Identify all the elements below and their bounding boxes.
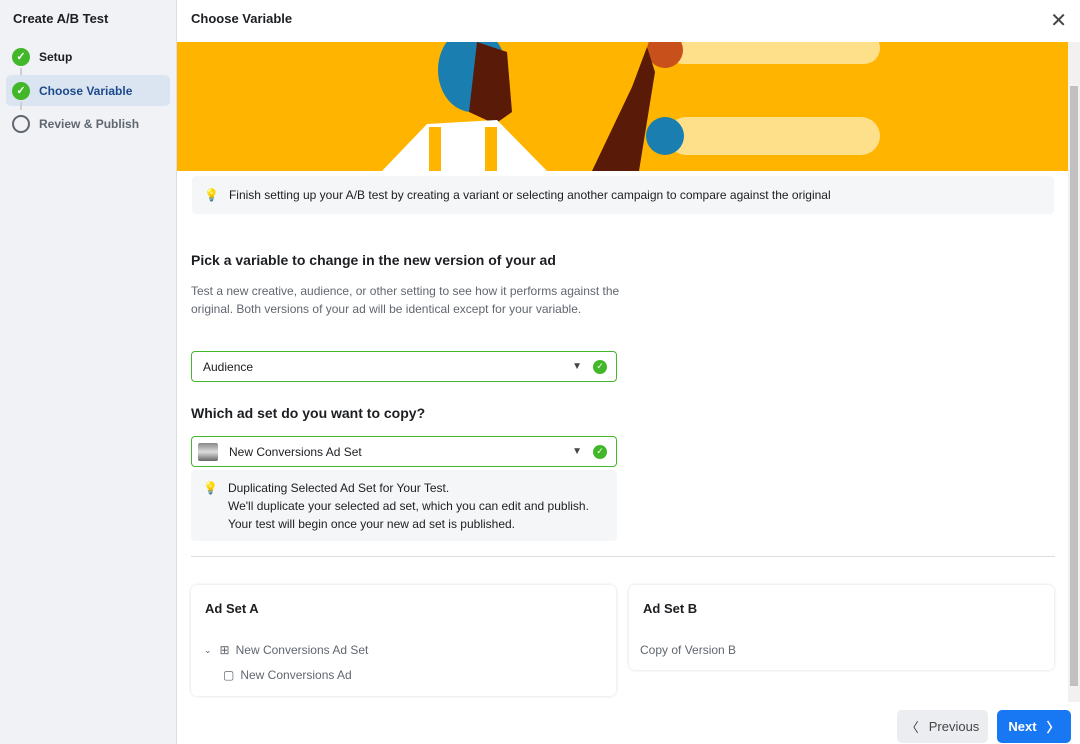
info-text: Finish setting up your A/B test by creat… bbox=[228, 188, 831, 202]
ad-icon: ▢ bbox=[223, 668, 235, 682]
adset-name: New Conversions Ad Set bbox=[235, 643, 369, 657]
adset-select[interactable]: New Conversions Ad Set ▼ ✓ bbox=[191, 436, 617, 467]
previous-label: Previous bbox=[928, 719, 980, 734]
note-title: Duplicating Selected Ad Set for Your Tes… bbox=[227, 481, 450, 495]
caret-down-icon: ▼ bbox=[572, 446, 582, 457]
step-label: Choose Variable bbox=[39, 83, 133, 98]
next-label: Next bbox=[1008, 719, 1037, 734]
scrollbar-thumb[interactable] bbox=[1070, 86, 1078, 686]
previous-button[interactable]: 〈 Previous bbox=[897, 710, 988, 743]
note-line: We'll duplicate your selected ad set, wh… bbox=[227, 499, 589, 513]
tree-item-ad[interactable]: ▢ New Conversions Ad bbox=[223, 668, 352, 682]
ad-set-b-card: Ad Set B Copy of Version B bbox=[629, 585, 1054, 670]
sidebar-title: Create A/B Test bbox=[13, 11, 109, 26]
scrollbar[interactable] bbox=[1068, 42, 1080, 702]
card-title: Ad Set A bbox=[205, 601, 259, 616]
step-setup[interactable]: ✓ Setup bbox=[6, 41, 170, 72]
check-icon: ✓ bbox=[12, 47, 30, 66]
card-title: Ad Set B bbox=[643, 601, 698, 616]
check-icon: ✓ bbox=[593, 359, 607, 374]
chevron-left-icon: 〈 bbox=[905, 720, 919, 735]
chevron-right-icon: 〉 bbox=[1046, 720, 1060, 735]
ad-set-a-card: Ad Set A ⌄ ⊞ New Conversions Ad Set ▢ New C… bbox=[191, 585, 616, 696]
variable-select-value: Audience bbox=[203, 359, 254, 374]
check-icon: ✓ bbox=[593, 444, 607, 459]
illustration-image bbox=[382, 42, 880, 171]
note-line: Your test will begin once your new ad se… bbox=[227, 517, 516, 531]
close-icon[interactable]: ✕ bbox=[1050, 8, 1067, 33]
adset-thumbnail bbox=[198, 442, 218, 461]
info-banner: 💡 Finish setting up your A/B test by crea… bbox=[192, 176, 1054, 214]
lightbulb-icon: 💡 bbox=[203, 481, 218, 495]
variable-description: Test a new creative, audience, or other … bbox=[191, 284, 620, 316]
step-label: Review & Publish bbox=[39, 116, 140, 131]
ad-name: New Conversions Ad bbox=[240, 668, 352, 682]
page-title: Choose Variable bbox=[191, 11, 293, 26]
header: Choose Variable ✕ bbox=[177, 0, 1080, 42]
check-icon: ✓ bbox=[12, 81, 30, 100]
step-choose-variable[interactable]: ✓ Choose Variable bbox=[6, 75, 170, 106]
chevron-down-icon[interactable]: ⌄ bbox=[204, 645, 212, 656]
caret-down-icon: ▼ bbox=[572, 361, 582, 372]
adset-select-value: New Conversions Ad Set bbox=[229, 444, 362, 459]
banner-illustration bbox=[177, 42, 1068, 171]
adset-heading: Which ad set do you want to copy? bbox=[191, 405, 426, 421]
step-review-publish[interactable]: Review & Publish bbox=[6, 108, 170, 139]
variable-select[interactable]: Audience ▼ ✓ bbox=[191, 351, 617, 382]
divider bbox=[191, 556, 1055, 557]
variable-heading: Pick a variable to change in the new ver… bbox=[191, 252, 556, 268]
tree-item-adset[interactable]: ⌄ ⊞ New Conversions Ad Set bbox=[204, 643, 368, 657]
sidebar: Create A/B Test ✓ Setup ✓ Choose Variable … bbox=[0, 0, 177, 744]
next-button[interactable]: Next 〉 bbox=[997, 710, 1071, 743]
circle-icon bbox=[12, 114, 30, 133]
duplicate-note: 💡 Duplicating Selected Ad Set for Your Te… bbox=[191, 470, 617, 541]
grid-icon: ⊞ bbox=[219, 643, 230, 657]
step-label: Setup bbox=[39, 49, 73, 64]
lightbulb-icon: 💡 bbox=[204, 188, 219, 202]
adset-b-name: Copy of Version B bbox=[640, 643, 737, 657]
